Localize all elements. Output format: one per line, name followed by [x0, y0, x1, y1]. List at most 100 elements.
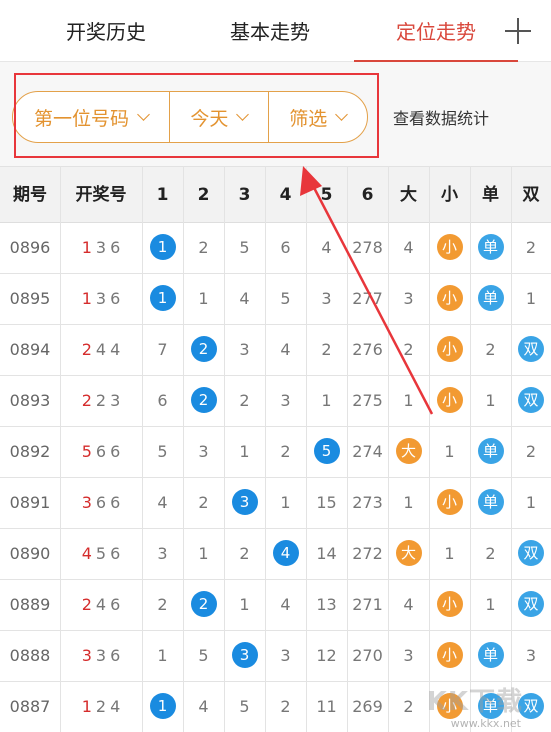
draw-number-cell: 366 — [60, 478, 142, 528]
miss-count: 2 — [157, 595, 168, 614]
trend-cell: 2 — [183, 580, 224, 630]
table-row: 0893 2 2 3 6 2 2 3 1 275 1 小 1 双 — [0, 376, 551, 427]
draw-digit: 4 — [81, 544, 92, 563]
miss-count: 5 — [239, 697, 250, 716]
draw-digit: 4 — [95, 595, 107, 614]
column-divider — [142, 166, 143, 732]
draw-digit: 2 — [81, 391, 92, 410]
miss-count: 4 — [280, 595, 291, 614]
column-divider — [429, 166, 430, 732]
miss-count: 3 — [321, 289, 332, 308]
draw-digit: 2 — [81, 340, 92, 359]
miss-count: 4 — [157, 493, 168, 512]
table-header: 期号 开奖号 1 2 3 4 5 6 大 小 单 双 — [0, 166, 551, 223]
trend-cell: 269 — [347, 682, 388, 732]
miss-count: 3 — [403, 646, 414, 665]
miss-count: 7 — [157, 340, 168, 359]
period-cell: 0892 — [9, 442, 51, 461]
column-header: 3 — [238, 185, 251, 205]
column-header: 小 — [441, 185, 458, 205]
trend-cell: 2 — [183, 325, 224, 375]
trend-cell: 1 — [470, 580, 511, 630]
column-header: 大 — [400, 185, 417, 205]
hit-ball: 5 — [313, 437, 340, 464]
trend-cell: 7 — [142, 325, 183, 375]
plus-icon[interactable] — [505, 18, 531, 44]
miss-count: 3 — [280, 391, 291, 410]
hit-ball: 双 — [518, 335, 544, 362]
tab-position-trend[interactable]: 定位走势 — [354, 0, 518, 63]
tab-basic-trend[interactable]: 基本走势 — [200, 0, 340, 62]
trend-cell: 3 — [388, 274, 429, 324]
trend-cell: 1 — [388, 376, 429, 426]
miss-count: 274 — [352, 442, 383, 461]
trend-cell: 277 — [347, 274, 388, 324]
draw-digit: 2 — [81, 595, 92, 614]
hit-ball: 小 — [436, 386, 463, 413]
miss-count: 14 — [316, 544, 337, 563]
table-row: 0891 3 6 6 4 2 3 1 15 273 1 小单 1 — [0, 478, 551, 529]
column-divider — [224, 166, 225, 732]
miss-count: 278 — [352, 238, 383, 257]
column-divider — [60, 166, 61, 732]
trend-cell: 大 — [388, 529, 429, 579]
trend-cell: 1 — [183, 274, 224, 324]
miss-count: 1 — [444, 442, 455, 461]
miss-count: 275 — [352, 391, 383, 410]
trend-cell: 276 — [347, 325, 388, 375]
miss-count: 1 — [198, 544, 209, 563]
trend-cell: 1 — [142, 274, 183, 324]
trend-cell: 小 — [429, 376, 470, 426]
trend-cell: 3 — [224, 325, 265, 375]
draw-digit: 6 — [110, 493, 121, 512]
hit-ball: 1 — [149, 692, 176, 719]
trend-cell: 4 — [224, 274, 265, 324]
column-header: 开奖号 — [75, 185, 127, 205]
draw-number-cell: 246 — [60, 580, 142, 630]
column-header: 单 — [482, 185, 499, 205]
trend-cell: 4 — [388, 223, 429, 273]
trend-cell: 3 — [265, 376, 306, 426]
column-divider — [347, 166, 348, 732]
draw-digit: 1 — [81, 238, 92, 257]
miss-count: 4 — [321, 238, 332, 257]
miss-count: 12 — [316, 646, 337, 665]
trend-cell: 3 — [142, 529, 183, 579]
trend-cell: 4 — [183, 682, 224, 732]
miss-count: 2 — [239, 544, 250, 563]
draw-digit: 3 — [95, 646, 107, 665]
tab-lottery-history[interactable]: 开奖历史 — [36, 0, 176, 62]
hit-ball: 2 — [190, 335, 217, 362]
draw-digit: 4 — [110, 697, 121, 716]
column-divider — [511, 166, 512, 732]
table-row: 0890 4 5 6 3 1 2 4 14 272 大 1 2 双 — [0, 529, 551, 580]
column-header: 6 — [361, 185, 374, 205]
miss-count: 2 — [280, 697, 291, 716]
trend-cell: 1 — [142, 682, 183, 732]
trend-cell: 6 — [265, 223, 306, 273]
hit-ball: 双 — [518, 539, 544, 566]
trend-cell: 双 — [511, 580, 551, 630]
trend-cell: 小 — [429, 325, 470, 375]
hit-ball: 小 — [436, 488, 463, 515]
miss-count: 4 — [403, 238, 414, 257]
trend-cell: 275 — [347, 376, 388, 426]
trend-cell: 1 — [142, 631, 183, 681]
column-header: 4 — [279, 185, 292, 205]
trend-cell: 1 — [224, 580, 265, 630]
table-row: 0888 3 3 6 1 5 3 3 12 270 3 小单 3 — [0, 631, 551, 682]
trend-cell: 5 — [265, 274, 306, 324]
trend-cell: 2 — [224, 376, 265, 426]
view-stats-link[interactable]: 查看数据统计 — [393, 104, 533, 134]
column-header: 2 — [197, 185, 210, 205]
period-cell: 0895 — [9, 289, 51, 308]
trend-cell: 15 — [306, 478, 347, 528]
miss-count: 3 — [198, 442, 209, 461]
trend-cell: 3 — [224, 478, 265, 528]
table-row: 0896 1 3 6 1 2 5 6 4 278 4 小单 2 — [0, 223, 551, 274]
trend-cell: 4 — [265, 580, 306, 630]
period-cell: 0891 — [9, 493, 51, 512]
trend-cell: 4 — [306, 223, 347, 273]
hit-ball: 双 — [518, 590, 544, 617]
trend-cell: 单 — [470, 631, 511, 681]
